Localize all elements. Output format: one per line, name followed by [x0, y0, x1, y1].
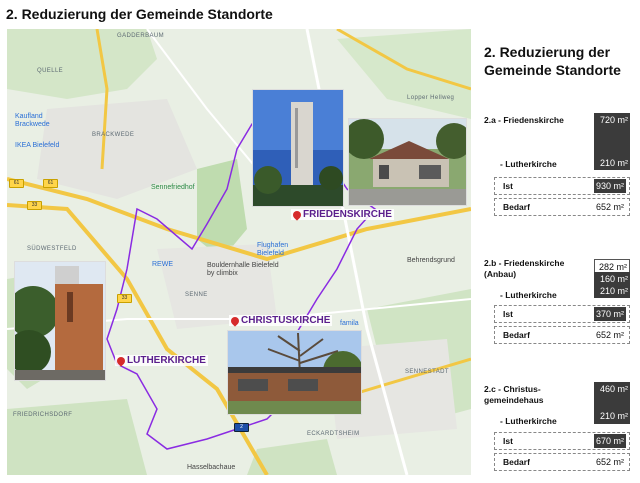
ist-value: 370 m² — [593, 307, 626, 321]
lutherkirche-label-text: LUTHERKIRCHE — [127, 355, 206, 366]
place-hasselbachaue: Hasselbachaue — [187, 464, 236, 471]
place-famila: famila — [340, 320, 359, 327]
bedarf-value: 652 m² — [595, 202, 624, 212]
place-gadderbaum: GADDERBAUM — [117, 33, 165, 39]
place-lopper: Lopper Hellweg — [407, 95, 455, 101]
place-flughafen: Flughafen Bielefeld — [257, 242, 289, 257]
option-b-luther-label: - Lutherkirche — [500, 290, 557, 300]
place-senne: SENNE — [185, 292, 208, 298]
option-b-bedarf-row: Bedarf 652 m² — [494, 326, 630, 344]
map-pin-icon — [115, 354, 127, 367]
option-b-luther-value: 210 m² — [594, 284, 630, 298]
panel-title: 2. Reduzierung der Gemeinde Standorte — [484, 44, 621, 78]
ist-label: Ist — [503, 309, 513, 319]
ist-value: 670 m² — [593, 434, 626, 448]
option-a-luther-label: - Lutherkirche — [500, 159, 557, 169]
option-c-ist-row: Ist 670 m² — [494, 432, 630, 450]
place-rewe: REWE — [152, 261, 173, 268]
friedenskirche-tower-photo — [252, 89, 344, 207]
route-shield: 2 — [234, 423, 249, 432]
route-shield: 33 — [27, 201, 42, 210]
bedarf-label: Bedarf — [503, 330, 530, 340]
place-ikea: IKEA Bielefeld — [15, 142, 60, 149]
lutherkirche-photo — [14, 261, 106, 381]
place-sennefriedhof: Sennefriedhof — [151, 184, 195, 191]
place-friedrichsdorf: FRIEDRICHSDORF — [13, 412, 73, 418]
option-b-label: 2.b - Friedenskirche (Anbau) — [484, 258, 565, 279]
map-pin-icon — [291, 208, 303, 221]
route-shield: 61 — [43, 179, 58, 188]
option-a-luther-value: 210 m² — [594, 156, 630, 170]
place-sennestadt: SENNESTADT — [405, 369, 449, 375]
christuskirche-label[interactable]: CHRISTUSKIRCHE — [229, 314, 333, 327]
place-eckardtsheim: ECKARDTSHEIM — [307, 431, 360, 437]
option-a-bedarf-row: Bedarf 652 m² — [494, 198, 630, 216]
place-brackwede: BRACKWEDE — [92, 132, 135, 138]
bedarf-label: Bedarf — [503, 457, 530, 467]
place-behrendsgrund: Behrendsgrund — [407, 257, 455, 264]
route-shield: 61 — [9, 179, 24, 188]
place-sudwestfeld: SÜDWESTFELD — [27, 246, 77, 252]
place-quelle: QUELLE — [37, 68, 64, 74]
bedarf-value: 652 m² — [595, 457, 624, 467]
ist-value: 930 m² — [593, 179, 626, 193]
christuskirche-photo — [227, 330, 362, 415]
lutherkirche-label[interactable]: LUTHERKIRCHE — [115, 354, 208, 367]
option-c-bedarf-row: Bedarf 652 m² — [494, 453, 630, 471]
bedarf-value: 652 m² — [595, 330, 624, 340]
option-b-value-1: 282 m² — [594, 259, 630, 273]
friedenskirche-label[interactable]: FRIEDENSKIRCHE — [291, 208, 394, 221]
ist-label: Ist — [503, 181, 513, 191]
christuskirche-label-text: CHRISTUSKIRCHE — [241, 315, 331, 326]
option-c-luther-label: - Lutherkirche — [500, 416, 557, 426]
option-b-ist-row: Ist 370 m² — [494, 305, 630, 323]
place-kaufland: Kaufland Brackwede — [15, 113, 50, 128]
friedenskirche-building-photo — [348, 118, 467, 206]
map[interactable]: GADDERBAUM QUELLE BRACKWEDE Kaufland Bra… — [7, 29, 471, 475]
friedenskirche-label-text: FRIEDENSKIRCHE — [303, 209, 392, 220]
place-bouldern: Bouldernhalle Bielefeld by climbix — [207, 262, 279, 277]
option-c-luther-value: 210 m² — [594, 409, 630, 423]
bedarf-label: Bedarf — [503, 202, 530, 212]
map-pin-icon — [229, 314, 241, 327]
option-a-ist-row: Ist 930 m² — [494, 177, 630, 195]
route-shield: 33 — [117, 294, 132, 303]
option-a-label: 2.a - Friedenskirche — [484, 115, 564, 125]
ist-label: Ist — [503, 436, 513, 446]
slide-title: 2. Reduzierung der Gemeinde Standorte — [6, 6, 273, 22]
option-c-label: 2.c - Christus- gemeindehaus — [484, 384, 544, 405]
